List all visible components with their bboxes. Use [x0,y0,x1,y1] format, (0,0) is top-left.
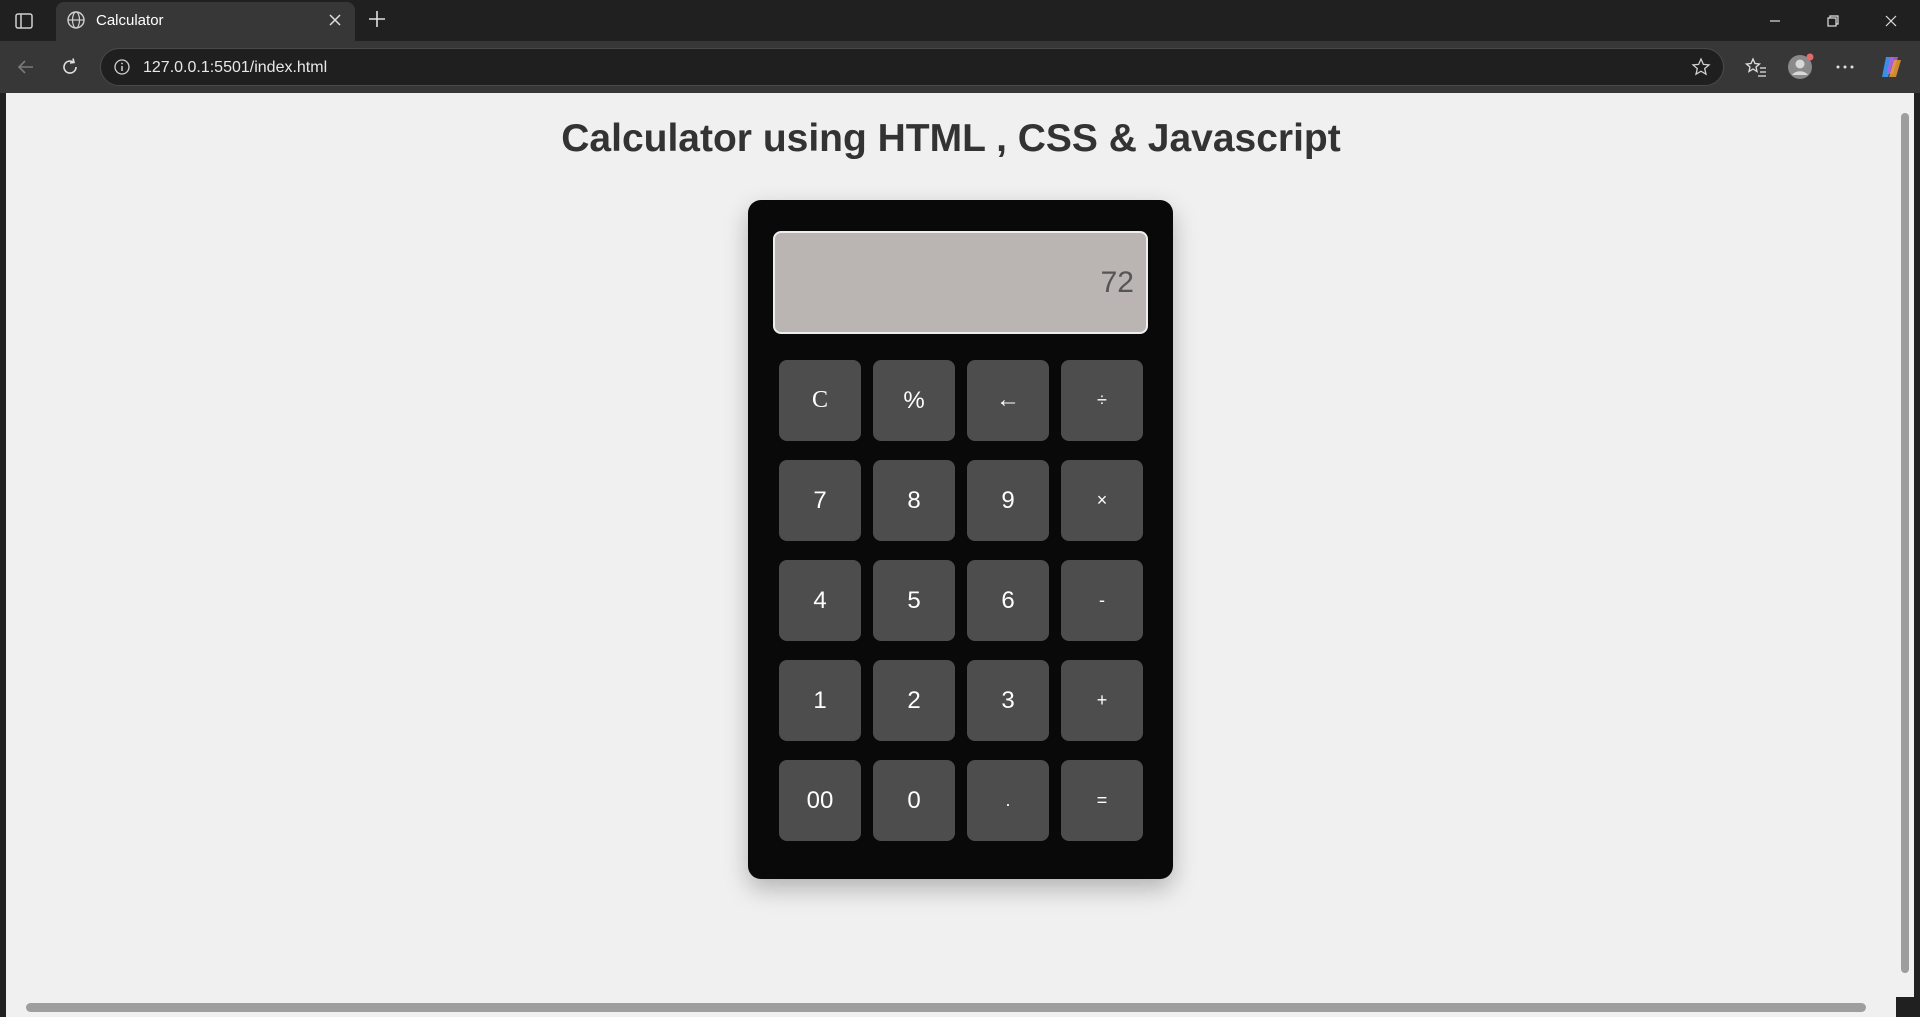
window-controls [1746,0,1920,41]
favorites-icon[interactable] [1742,53,1770,81]
copilot-icon[interactable] [1877,53,1905,81]
vertical-scrollbar[interactable] [1896,93,1914,997]
favorite-star-icon[interactable] [1691,57,1711,77]
key-9[interactable]: 9 [967,460,1049,541]
new-tab-icon[interactable] [366,8,388,30]
key-0[interactable]: 0 [873,760,955,841]
reload-icon[interactable] [56,53,84,81]
address-bar[interactable]: 127.0.0.1:5501/index.html [100,48,1724,86]
key-percent[interactable]: % [873,360,955,441]
key-1[interactable]: 1 [779,660,861,741]
key-2[interactable]: 2 [873,660,955,741]
key-6[interactable]: 6 [967,560,1049,641]
key-subtract[interactable]: - [1061,560,1143,641]
back-arrow-icon[interactable] [12,53,40,81]
page-title: Calculator using HTML , CSS & Javascript [561,117,1341,160]
globe-icon [66,10,86,30]
sidebar-toggle-icon[interactable] [12,9,36,33]
url-text: 127.0.0.1:5501/index.html [143,59,328,76]
key-backspace[interactable]: ← [967,360,1049,441]
key-equals[interactable]: = [1061,760,1143,841]
key-clear[interactable]: C [779,360,861,441]
key-add[interactable]: + [1061,660,1143,741]
close-tab-icon[interactable] [327,12,343,28]
key-5[interactable]: 5 [873,560,955,641]
key-7[interactable]: 7 [779,460,861,541]
browser-toolbar: 127.0.0.1:5501/index.html [0,41,1920,93]
minimize-icon[interactable] [1746,0,1804,41]
key-multiply[interactable]: × [1061,460,1143,541]
browser-tab[interactable]: Calculator [56,2,355,41]
key-4[interactable]: 4 [779,560,861,641]
close-window-icon[interactable] [1862,0,1920,41]
key-8[interactable]: 8 [873,460,955,541]
browser-tabstrip: Calculator [0,0,1920,41]
key-divide[interactable]: ÷ [1061,360,1143,441]
tab-title: Calculator [96,12,164,29]
site-info-icon[interactable] [113,58,131,76]
calculator-display: 72 [773,231,1148,334]
key-decimal[interactable]: . [967,760,1049,841]
more-options-icon[interactable] [1831,53,1859,81]
restore-icon[interactable] [1804,0,1862,41]
calculator: 72 C % ← ÷ 7 8 9 × 4 5 6 - 1 2 3 + 00 0 … [748,200,1173,879]
profile-avatar-icon[interactable] [1786,53,1814,81]
page-viewport: Calculator using HTML , CSS & Javascript… [6,93,1896,997]
horizontal-scroll-thumb[interactable] [26,1003,1866,1012]
key-3[interactable]: 3 [967,660,1049,741]
display-value: 72 [1100,266,1134,299]
horizontal-scrollbar[interactable] [6,997,1896,1017]
key-double-zero[interactable]: 00 [779,760,861,841]
vertical-scroll-thumb[interactable] [1901,113,1909,973]
